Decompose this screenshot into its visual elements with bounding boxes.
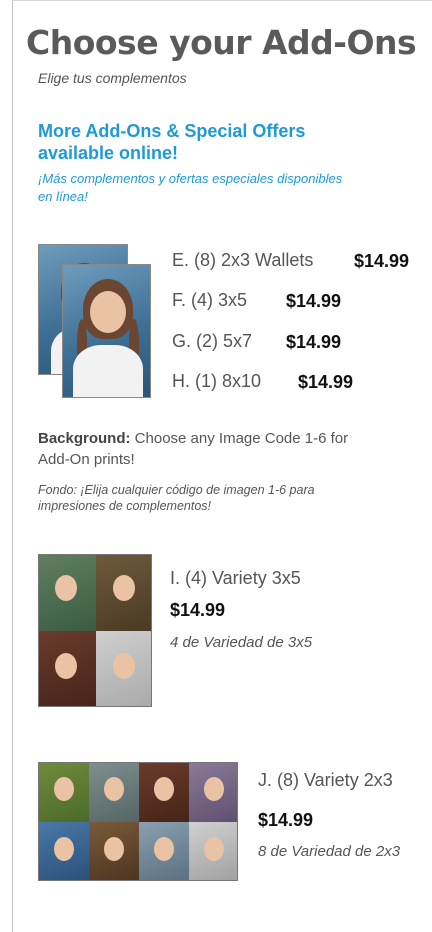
variety-3x5-spanish: 4 de Variedad de 3x5 [170,634,313,651]
variety-2x3-spanish: 8 de Variedad de 2x3 [258,843,401,860]
variety-3x5-label: I. (4) Variety 3x5 [170,568,301,588]
variety-3x5-photo [38,554,152,707]
variety-2x3-label: J. (8) Variety 2x3 [258,770,393,790]
package-h-label: H. (1) 8x10 [172,371,262,391]
variety-2x3-price: $14.99 [258,810,314,830]
page-subtitle: Elige tus complementos [38,70,187,86]
package-g-price: $14.99 [286,332,342,352]
variety-3x5-price: $14.99 [170,600,226,620]
portrait-photo-front [62,264,151,398]
package-g-label: G. (2) 5x7 [172,331,253,351]
package-e-price: $14.99 [354,251,410,271]
package-h-price: $14.99 [298,372,354,392]
background-note-spanish: Fondo: ¡Elija cualquier código de imagen… [38,483,315,513]
package-f-price: $14.99 [286,291,342,311]
background-note-label: Background: [38,430,131,447]
online-offers-subtext: ¡Más complementos y ofertas especiales d… [38,171,343,204]
package-e-label: E. (8) 2x3 Wallets [172,250,314,270]
page-title: Choose your Add-Ons [26,23,417,62]
package-f-label: F. (4) 3x5 [172,290,248,310]
variety-2x3-photo [38,762,238,881]
background-note: Background: Choose any Image Code 1-6 fo… [38,428,378,470]
online-offers-headline: More Add-Ons & Special Offers available … [38,121,306,163]
